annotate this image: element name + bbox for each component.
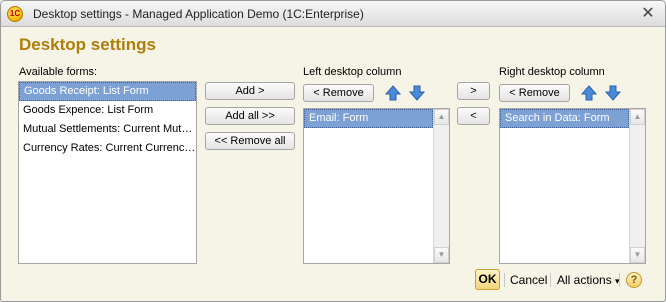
list-item[interactable]: Goods Expence: List Form bbox=[19, 101, 196, 120]
footer-divider bbox=[550, 273, 551, 287]
dialog-window: 1C Desktop settings - Managed Applicatio… bbox=[0, 0, 666, 302]
title-bar: 1C Desktop settings - Managed Applicatio… bbox=[1, 1, 665, 27]
list-item[interactable]: Currency Rates: Current Currency... bbox=[19, 139, 196, 158]
right-column-list[interactable]: Search in Data: Form ▲ ▼ bbox=[499, 108, 646, 264]
available-forms-label: Available forms: bbox=[19, 66, 98, 78]
app-logo-icon: 1C bbox=[7, 6, 23, 22]
window-title: Desktop settings - Managed Application D… bbox=[33, 7, 364, 21]
list-item[interactable]: Goods Receipt: List Form bbox=[19, 82, 196, 101]
list-item[interactable]: Email: Form bbox=[304, 109, 433, 128]
list-item[interactable]: Search in Data: Form bbox=[500, 109, 629, 128]
list-item[interactable]: Mutual Settlements: Current Mutu... bbox=[19, 120, 196, 139]
add-all-button[interactable]: Add all >> bbox=[205, 107, 295, 125]
scroll-up-icon[interactable]: ▲ bbox=[630, 109, 645, 125]
footer-divider bbox=[619, 273, 620, 287]
arrow-down-icon[interactable] bbox=[605, 85, 621, 101]
left-column-label: Left desktop column bbox=[303, 66, 402, 78]
add-button[interactable]: Add > bbox=[205, 82, 295, 100]
move-left-button[interactable]: < bbox=[457, 107, 490, 125]
move-right-button[interactable]: > bbox=[457, 82, 490, 100]
right-column-label: Right desktop column bbox=[499, 66, 605, 78]
scroll-down-icon[interactable]: ▼ bbox=[630, 247, 645, 263]
arrow-up-icon[interactable] bbox=[385, 85, 401, 101]
all-actions-button[interactable]: All actions ▾ bbox=[557, 273, 620, 287]
left-remove-button[interactable]: < Remove bbox=[303, 84, 374, 102]
ok-button[interactable]: OK bbox=[475, 269, 500, 290]
scroll-down-icon[interactable]: ▼ bbox=[434, 247, 449, 263]
all-actions-label: All actions bbox=[557, 273, 612, 287]
remove-all-button[interactable]: << Remove all bbox=[205, 132, 295, 150]
arrow-up-icon[interactable] bbox=[581, 85, 597, 101]
help-icon[interactable]: ? bbox=[626, 272, 642, 288]
left-column-list[interactable]: Email: Form ▲ ▼ bbox=[303, 108, 450, 264]
arrow-down-icon[interactable] bbox=[409, 85, 425, 101]
scroll-up-icon[interactable]: ▲ bbox=[434, 109, 449, 125]
available-forms-list[interactable]: Goods Receipt: List Form Goods Expence: … bbox=[18, 81, 197, 264]
scrollbar[interactable]: ▲ ▼ bbox=[629, 109, 645, 263]
cancel-button[interactable]: Cancel bbox=[510, 273, 547, 287]
scrollbar[interactable]: ▲ ▼ bbox=[433, 109, 449, 263]
page-title: Desktop settings bbox=[19, 35, 156, 54]
footer-divider bbox=[504, 273, 505, 287]
close-button[interactable]: ✕ bbox=[639, 5, 657, 23]
right-remove-button[interactable]: < Remove bbox=[499, 84, 570, 102]
